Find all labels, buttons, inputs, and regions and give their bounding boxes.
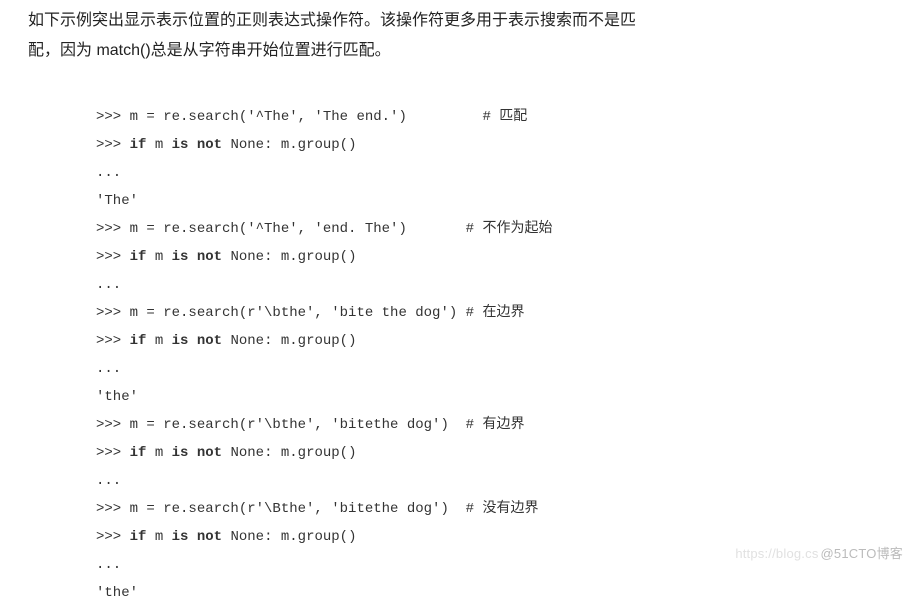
code-line: 'The' [96, 193, 138, 209]
code-line: >>> m = re.search('^The', 'end. The') # … [96, 221, 552, 237]
paragraph-line-2: 配，因为 match()总是从字符串开始位置进行匹配。 [28, 42, 391, 59]
code-line: 'the' [96, 389, 138, 405]
code-line: ... [96, 165, 121, 181]
paragraph-line-1: 如下示例突出显示表示位置的正则表达式操作符。该操作符更多用于表示搜索而不是匹 [28, 12, 636, 29]
code-line: >>> if m is not None: m.group() [96, 445, 356, 461]
code-line: >>> m = re.search(r'\Bthe', 'bitethe dog… [96, 501, 538, 517]
code-line: >>> if m is not None: m.group() [96, 249, 356, 265]
code-line: >>> m = re.search(r'\bthe', 'bite the do… [96, 305, 524, 321]
code-line: >>> if m is not None: m.group() [96, 333, 356, 349]
code-line: 'the' [96, 585, 138, 601]
code-sample: >>> m = re.search('^The', 'The end.') # … [96, 75, 915, 607]
code-line: >>> m = re.search(r'\bthe', 'bitethe dog… [96, 417, 524, 433]
code-line: ... [96, 361, 121, 377]
code-line: >>> m = re.search('^The', 'The end.') # … [96, 109, 527, 125]
code-line: >>> if m is not None: m.group() [96, 529, 356, 545]
code-line: ... [96, 557, 121, 573]
explanatory-paragraph: 如下示例突出显示表示位置的正则表达式操作符。该操作符更多用于表示搜索而不是匹 配… [0, 0, 915, 67]
code-line: ... [96, 277, 121, 293]
code-line: >>> if m is not None: m.group() [96, 137, 356, 153]
code-line: ... [96, 473, 121, 489]
